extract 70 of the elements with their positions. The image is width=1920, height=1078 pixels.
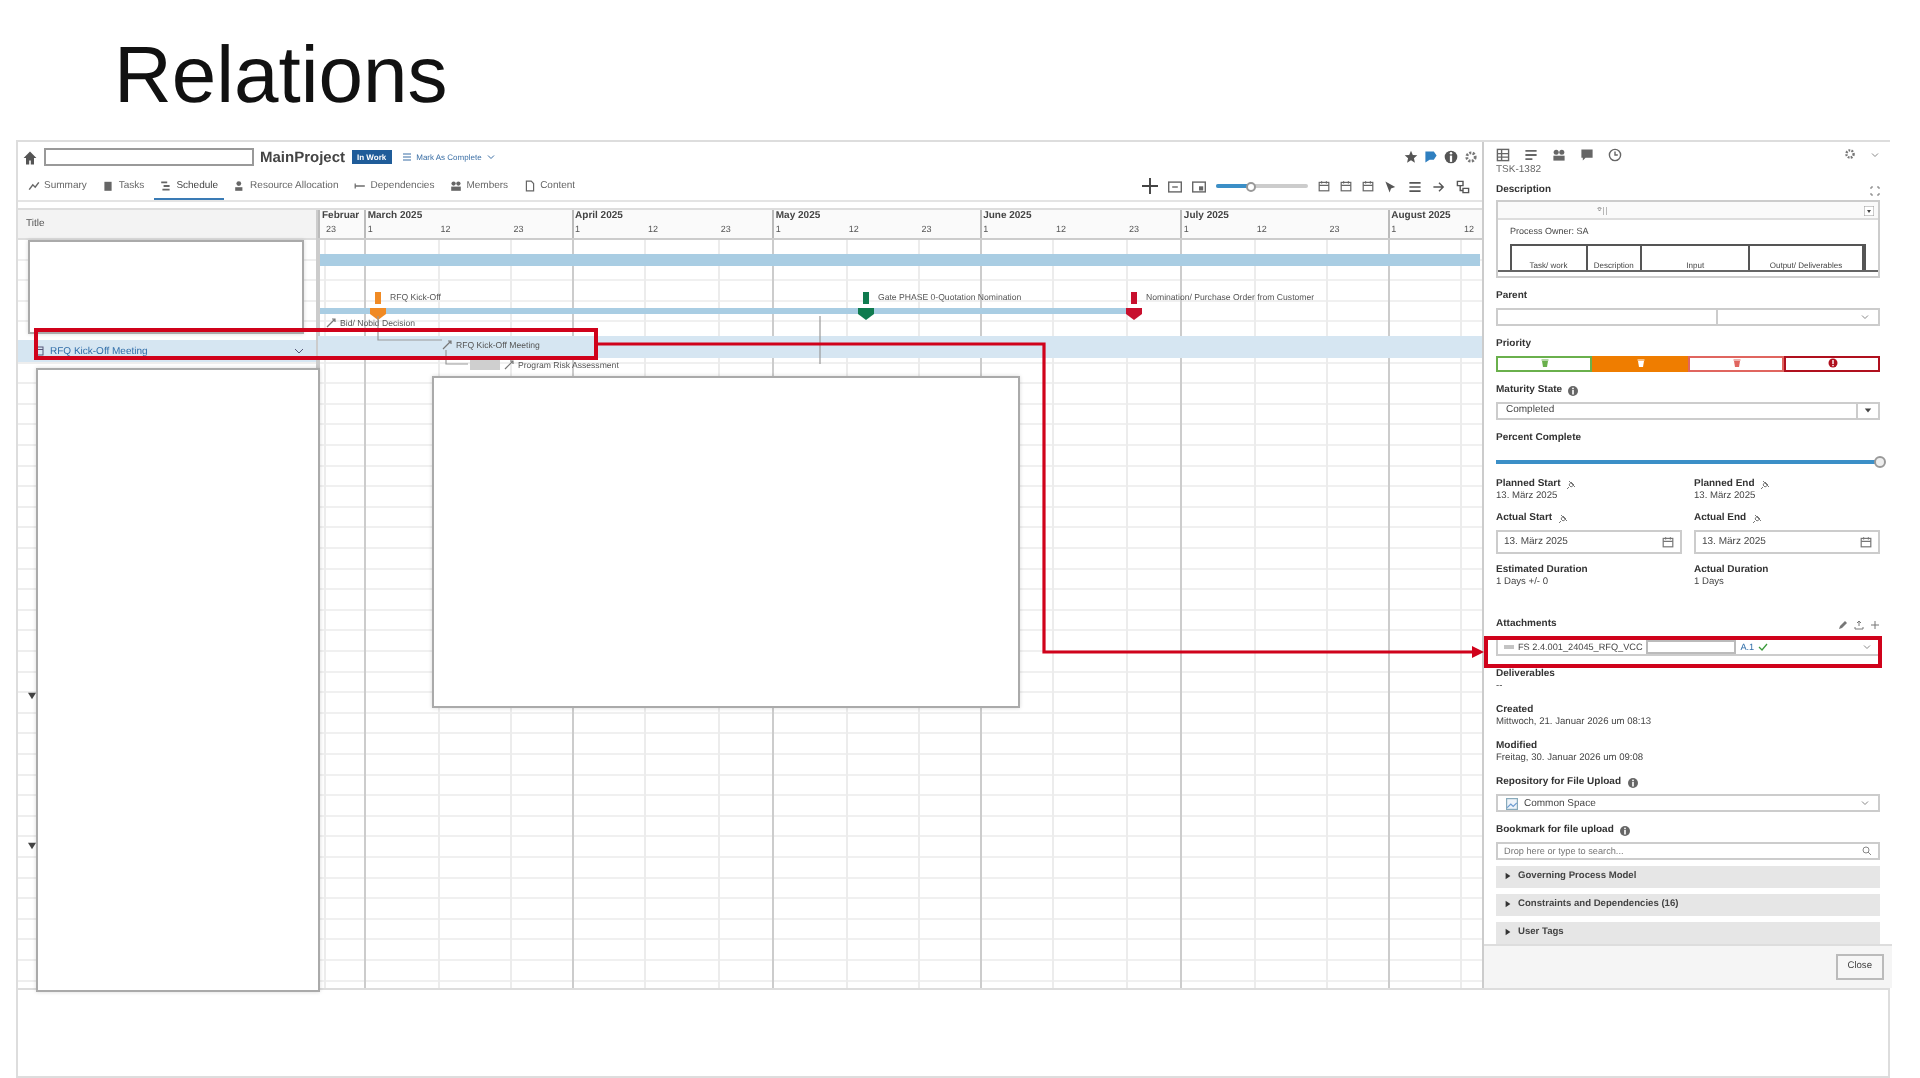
document-icon [524,179,537,191]
info-icon[interactable] [1444,150,1458,164]
people-icon[interactable] [1552,147,1566,162]
calendar-icon [34,346,44,356]
caret-right-icon [1504,928,1512,937]
slider-thumb[interactable] [1874,455,1886,468]
settings-icon[interactable] [1844,148,1856,161]
info-icon[interactable] [1568,385,1579,396]
list-icon[interactable] [1524,147,1538,162]
chart-icon [28,179,40,191]
summary-bar[interactable] [320,308,1130,314]
slider-thumb[interactable] [1245,181,1256,191]
milestone-marker[interactable] [370,292,386,320]
caret-icon[interactable] [1864,205,1874,216]
attachment-input[interactable] [1646,639,1737,654]
pin-icon[interactable] [1566,479,1577,490]
checklist-icon [402,152,413,162]
search-field[interactable] [44,148,254,166]
calendar-icon[interactable] [1860,536,1872,549]
pin-icon[interactable] [1558,513,1569,524]
cursor-icon[interactable] [1384,179,1398,193]
search-icon[interactable] [1862,846,1872,857]
rows-icon[interactable] [1408,179,1422,193]
image-icon [1506,797,1518,810]
grid-icon[interactable] [1496,147,1510,162]
bin-icon [1731,358,1741,369]
pin-icon[interactable] [1760,479,1771,490]
frame-icon[interactable] [1192,179,1206,193]
priority-button[interactable] [1784,355,1880,373]
upload-icon[interactable] [1854,619,1864,630]
info-icon[interactable] [1619,825,1630,836]
arrow-icon[interactable] [1432,179,1446,193]
info-icon[interactable] [1627,777,1638,788]
hierarchy-icon[interactable] [1456,179,1470,193]
settings-icon[interactable] [1464,150,1478,164]
progress-slider[interactable] [1496,459,1880,464]
calendar-icon[interactable] [1340,180,1352,192]
bin-icon [1635,358,1645,369]
fit-icon[interactable] [1168,179,1182,193]
calendar-icon[interactable] [1662,536,1674,549]
dependency-line [376,316,442,342]
milestone-marker[interactable] [858,292,874,320]
alert-icon [1827,358,1837,369]
history-icon[interactable] [1608,147,1622,162]
edit-icon[interactable] [1838,619,1848,630]
slide-title: Relations [112,29,450,123]
dependency-line [444,350,468,366]
add-icon[interactable] [1142,178,1158,194]
star-icon[interactable] [1404,150,1418,164]
caret-icon[interactable] [294,346,304,356]
expand-icon[interactable] [28,842,36,850]
comment-icon[interactable] [1580,147,1594,162]
expand-icon[interactable] [28,692,36,700]
bin-icon [1539,358,1549,369]
gantt-icon [160,179,173,191]
people-icon [450,179,463,191]
dependency-line [818,316,822,364]
caret-right-icon [1504,872,1512,881]
clipboard-icon [102,179,115,191]
person-icon [234,179,247,191]
priority-button[interactable] [1688,355,1784,373]
caret-right-icon [1504,900,1512,909]
pin-icon[interactable] [1752,513,1763,524]
calendar-icon[interactable] [1362,180,1374,192]
home-icon[interactable] [22,149,38,165]
pin-icon[interactable] [1424,150,1438,164]
calendar-icon[interactable] [1318,180,1330,192]
milestone-marker[interactable] [1126,292,1142,320]
drag-handle-icon[interactable] [1504,641,1514,652]
caret-icon [485,152,496,162]
